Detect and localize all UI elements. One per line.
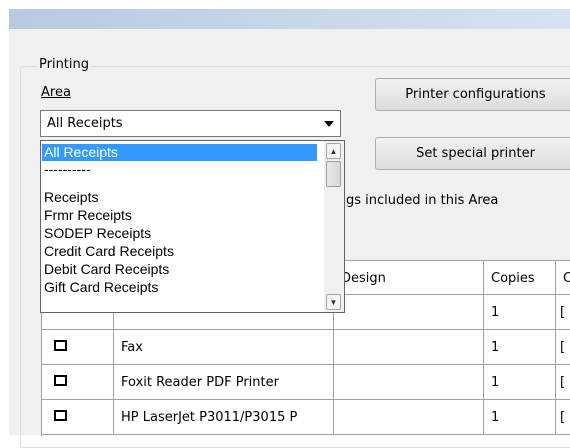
table-cell-name[interactable]: HP LaserJet P3011/P3015 P: [114, 400, 334, 435]
dropdown-option-sodep-receipts[interactable]: SODEP Receipts: [42, 225, 151, 242]
table-cell-copies[interactable]: 1: [484, 330, 556, 365]
chevron-down-icon[interactable]: [320, 113, 338, 134]
table-cell-design[interactable]: [334, 330, 484, 365]
area-info-text: gs included in this Area: [346, 193, 499, 208]
dropdown-option-separator[interactable]: ----------: [42, 161, 91, 178]
table-cell-design[interactable]: [334, 365, 484, 400]
table-row-select[interactable]: [42, 330, 114, 365]
set-special-printer-button[interactable]: Set special printer: [375, 137, 570, 170]
checkbox[interactable]: [54, 340, 67, 351]
window-titlebar: [9, 9, 570, 29]
table-row-select[interactable]: [42, 365, 114, 400]
table-cell-copies[interactable]: 1: [484, 365, 556, 400]
column-header-next[interactable]: C: [556, 261, 570, 295]
checkbox[interactable]: [54, 410, 67, 421]
scroll-thumb[interactable]: [326, 161, 341, 187]
table-row-select[interactable]: [42, 400, 114, 435]
printer-configurations-button[interactable]: Printer configurations: [375, 78, 570, 111]
table-cell-copies[interactable]: 1: [484, 295, 556, 330]
dropdown-option-frmr-receipts[interactable]: Frmr Receipts: [42, 207, 132, 224]
dropdown-option-all-receipts[interactable]: All Receipts: [42, 144, 317, 161]
dropdown-option-receipts[interactable]: Receipts: [42, 189, 98, 206]
dropdown-option-credit-card-receipts[interactable]: Credit Card Receipts: [42, 243, 174, 260]
area-combobox-value: All Receipts: [47, 116, 123, 131]
scroll-down-icon[interactable]: ▼: [326, 294, 341, 310]
table-cell-next[interactable]: [: [556, 400, 570, 435]
table-cell-next[interactable]: [: [556, 365, 570, 400]
table-cell-design[interactable]: [334, 400, 484, 435]
column-header-design[interactable]: Design: [334, 261, 484, 295]
table-cell-copies[interactable]: 1: [484, 400, 556, 435]
scroll-up-icon[interactable]: ▲: [326, 143, 341, 159]
table-cell-name[interactable]: Foxit Reader PDF Printer: [114, 365, 334, 400]
dropdown-option-gift-card-receipts[interactable]: Gift Card Receipts: [42, 279, 158, 296]
table-cell-design[interactable]: [334, 295, 484, 330]
column-header-copies[interactable]: Copies: [484, 261, 556, 295]
table-cell-next[interactable]: [: [556, 295, 570, 330]
area-label: Area: [41, 85, 71, 100]
dropdown-scrollbar[interactable]: ▲ ▼: [324, 141, 344, 312]
checkbox[interactable]: [54, 375, 67, 386]
area-dropdown-list[interactable]: All Receipts ---------- Receipts Frmr Re…: [40, 140, 345, 313]
area-combobox[interactable]: All Receipts: [40, 110, 341, 137]
table-cell-next[interactable]: [: [556, 330, 570, 365]
dropdown-option-debit-card-receipts[interactable]: Debit Card Receipts: [42, 261, 169, 278]
printing-group-label: Printing: [37, 57, 92, 72]
table-cell-name[interactable]: Fax: [114, 330, 334, 365]
